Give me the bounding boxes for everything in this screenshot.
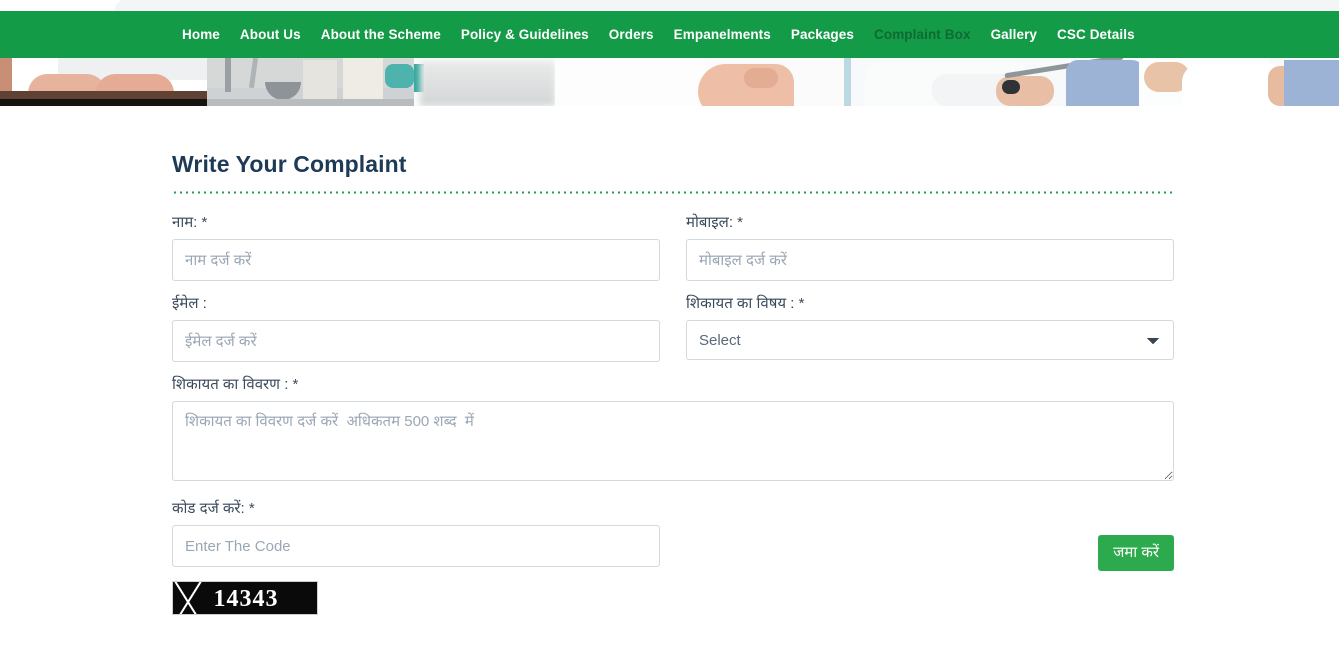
- label-name: नाम: *: [172, 214, 208, 231]
- banner-image-strip: [0, 58, 1339, 106]
- mobile-input[interactable]: [686, 239, 1174, 281]
- form-col-left-1: नाम: *: [172, 213, 660, 294]
- nav-item-csc-details[interactable]: CSC Details: [1047, 11, 1145, 58]
- nav-item-home[interactable]: Home: [172, 11, 230, 58]
- banner-photo-hand: [414, 58, 844, 106]
- label-description: शिकायत का विवरण : *: [172, 376, 299, 393]
- email-input[interactable]: [172, 320, 660, 362]
- form-col-right-1: मोबाइल: *: [686, 213, 1174, 294]
- field-email: ईमेल :: [172, 294, 660, 362]
- nav-item-policy-guidelines[interactable]: Policy & Guidelines: [451, 11, 599, 58]
- code-input[interactable]: [172, 525, 660, 567]
- nav-item-gallery[interactable]: Gallery: [981, 11, 1047, 58]
- subject-select[interactable]: Select: [686, 320, 1174, 360]
- main-navigation: Home About Us About the Scheme Policy & …: [0, 11, 1339, 58]
- code-captcha-row: 14343 जमा करें: [172, 525, 1174, 615]
- complaint-form: Write Your Complaint नाम: * मोबाइल: *: [172, 150, 1175, 628]
- label-subject: शिकायत का विषय : *: [686, 295, 805, 312]
- title-divider: [172, 191, 1175, 194]
- field-subject: शिकायत का विषय : * Select: [686, 294, 1174, 360]
- banner-photo-doctors: [844, 58, 1339, 106]
- content-area: Write Your Complaint नाम: * मोबाइल: *: [0, 106, 1339, 664]
- label-mobile: मोबाइल: *: [686, 214, 744, 231]
- field-mobile: मोबाइल: *: [686, 213, 1174, 281]
- form-grid: नाम: * मोबाइल: * ईमेल :: [172, 213, 1175, 628]
- nav-item-empanelments[interactable]: Empanelments: [664, 11, 781, 58]
- page-title: Write Your Complaint: [172, 151, 407, 177]
- name-input[interactable]: [172, 239, 660, 281]
- nav-item-packages[interactable]: Packages: [781, 11, 864, 58]
- label-email: ईमेल :: [172, 295, 207, 312]
- form-col-right-2: शिकायत का विषय : * Select: [686, 294, 1174, 375]
- field-description: शिकायत का विवरण : *: [172, 375, 1174, 486]
- nav-item-about-us[interactable]: About Us: [230, 11, 311, 58]
- submit-button[interactable]: जमा करें: [1098, 535, 1174, 571]
- submit-button-wrap: जमा करें: [686, 525, 1174, 571]
- top-strip: [0, 0, 1339, 11]
- form-col-left-2: ईमेल :: [172, 294, 660, 375]
- field-name: नाम: *: [172, 213, 660, 281]
- banner-photo-hands: [0, 58, 207, 106]
- nav-item-orders[interactable]: Orders: [599, 11, 664, 58]
- banner-photo-equipment: [207, 58, 414, 106]
- label-code: कोड दर्ज करें: *: [172, 500, 255, 517]
- captcha-image: 14343: [172, 581, 318, 615]
- top-panel-edge: [115, 0, 1339, 11]
- page-root: Home About Us About the Scheme Policy & …: [0, 0, 1339, 664]
- nav-item-about-the-scheme[interactable]: About the Scheme: [311, 11, 451, 58]
- nav-list: Home About Us About the Scheme Policy & …: [172, 11, 1145, 58]
- nav-item-complaint-box[interactable]: Complaint Box: [864, 11, 981, 58]
- code-left-group: 14343: [172, 525, 660, 615]
- description-textarea[interactable]: [172, 401, 1174, 481]
- field-code-row: कोड दर्ज करें: * 14343 जमा करें: [172, 499, 1174, 615]
